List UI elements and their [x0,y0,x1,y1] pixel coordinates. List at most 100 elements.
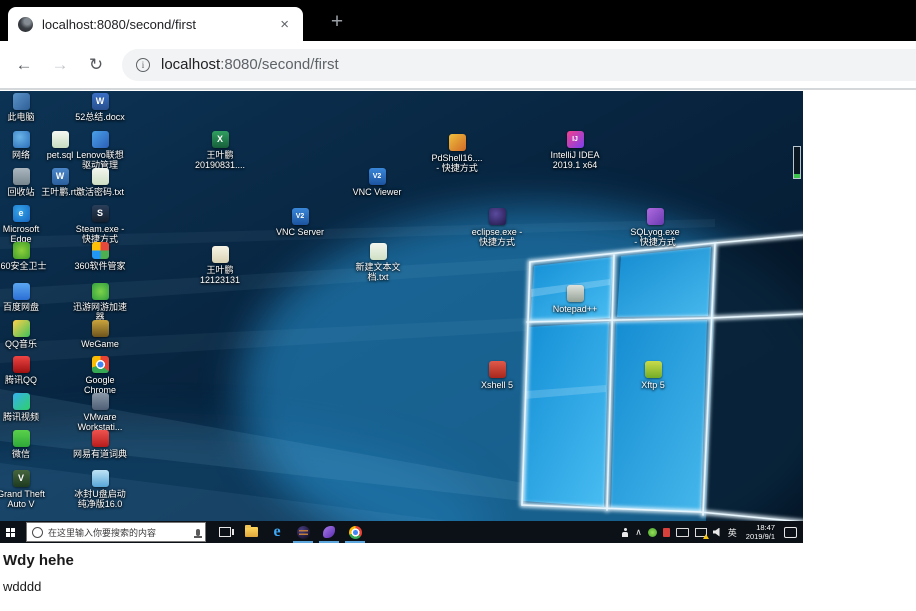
taskbar-app-file-explorer[interactable] [238,521,264,543]
taskbar-app-eclipse[interactable] [290,521,316,543]
cortana-icon [32,526,43,538]
desktop-icon-360-safe[interactable]: 360安全卫士 [0,242,50,271]
desktop-icon-eclipse-shortcut[interactable]: eclipse.exe - 快捷方式 [468,208,526,247]
desktop-icon-qq-music[interactable]: QQ音乐 [0,320,50,349]
icon-label: WeGame [81,339,119,349]
back-button[interactable]: ← [12,53,36,77]
tray-keyboard-icon[interactable] [675,527,689,537]
desktop-icon-this-pc[interactable]: 此电脑 [0,93,50,122]
360-manager-icon [91,242,109,259]
page-heading: Wdy hehe [3,552,74,569]
tab-close-icon[interactable]: × [276,15,293,34]
battery-widget [793,146,801,179]
desktop-icon-microsoft-edge[interactable]: e Microsoft Edge [0,205,50,244]
taskbar-app-edge[interactable]: e [264,521,290,543]
52-summary-docx-icon: W [91,93,109,110]
desktop-icon-vnc-server[interactable]: V2 VNC Server [271,208,329,237]
tray-dictionary-icon[interactable] [662,527,670,537]
google-chrome-icon [91,356,109,373]
remote-desktop-image[interactable]: 此电脑 W 52总结.docx 网络 pet.sql Lenovo联想 驱动管理 回收站 W 王… [0,91,803,543]
icon-glyph: e [18,208,24,218]
taskbar-app-sqlyog[interactable] [316,521,342,543]
desktop-icon-xunyou-booster[interactable]: 迅游网游加速 器 [71,283,129,322]
desktop-icon-new-text-doc[interactable]: 新建文本文 档.txt [349,243,407,282]
taskbar: 在这里输入你要搜索的内容 e ∧ 英 18:47 2019/9/1 [0,521,803,543]
desktop-icon-google-chrome[interactable]: Google Chrome [71,356,129,395]
desktop-icon-intellij-idea[interactable]: IJ IntelliJ IDEA 2019.1 x64 [546,131,604,170]
youdao-dict-icon [91,430,109,447]
start-button[interactable] [0,521,26,543]
pdshell16-icon [448,134,466,151]
address-bar[interactable]: localhost:8080/second/first [122,48,916,81]
active-app-indicator [319,541,339,543]
icon-label: 360软件管家 [74,261,126,271]
tray-chevron-up-icon[interactable]: ∧ [635,526,642,538]
reload-button[interactable]: ↻ [84,53,108,77]
taskbar-app-chrome[interactable] [342,521,368,543]
tencent-video-icon [12,393,30,410]
activation-txt-icon [91,168,109,185]
browser-tab[interactable]: localhost:8080/second/first × [8,7,303,41]
icon-label: 激活密码.txt [75,187,124,197]
icon-label: Xshell 5 [480,380,514,390]
vnc-server-icon: V2 [291,208,309,225]
desktop-icon-sqlyog-shortcut[interactable]: SQLyog.exe - 快捷方式 [626,208,684,247]
icon-glyph: V [17,473,24,483]
icon-label: 360安全卫士 [0,261,47,271]
360-safe-icon [12,242,30,259]
wyp-12123131-icon [211,246,229,263]
icon-label: pet.sql [46,150,74,160]
desktop-icon-notepad-plus-plus[interactable]: Notepad++ [546,285,604,314]
recycle-bin-icon [12,168,30,185]
desktop-icon-pdshell16[interactable]: PdShell16.... - 快捷方式 [428,134,486,173]
desktop-icon-vmware[interactable]: VMware Workstati... [71,393,129,432]
desktop-icon-bingfeng-usb[interactable]: 冰封U盘启动 纯净版16.0 [71,470,129,509]
desktop-icon-wechat[interactable]: 微信 [0,430,50,459]
desktop-icon-360-manager[interactable]: 360软件管家 [71,242,129,271]
action-center-icon[interactable] [784,526,797,538]
icon-label: 迅游网游加速 器 [72,302,127,322]
icon-label: Google Chrome [83,375,116,395]
desktop-icon-tencent-video[interactable]: 腾讯视频 [0,393,50,422]
globe-favicon-icon [18,16,33,32]
taskbar-clock[interactable]: 18:47 2019/9/1 [746,523,775,541]
desktop-icon-52-summary-docx[interactable]: W 52总结.docx [71,93,129,122]
ime-indicator[interactable]: 英 [728,526,737,539]
icon-glyph: W [95,96,105,106]
desktop-icon-baidu-netdisk[interactable]: 百度网盘 [0,283,50,312]
icon-label: Microsoft Edge [2,224,40,244]
taskbar-search-box[interactable]: 在这里输入你要搜索的内容 [26,522,206,542]
icon-label: 52总结.docx [75,112,125,122]
tray-safe360-icon[interactable] [647,527,657,537]
taskbar-app-task-view[interactable] [212,521,238,543]
desktop-icon-activation-txt[interactable]: 激活密码.txt [71,168,129,197]
sqlyog-shortcut-icon [646,208,664,225]
desktop-icon-wyp-20190831-xlsx[interactable]: X 王叶鹏 20190831.... [191,131,249,170]
icon-label: Grand Theft Auto V [0,489,45,509]
icon-glyph: IJ [572,136,578,143]
xshell-5-icon [488,361,506,378]
qq-music-icon [12,320,30,337]
tab-bar: localhost:8080/second/first × + [0,0,916,41]
icon-label: Xftp 5 [641,380,665,390]
desktop-icon-steam[interactable]: S Steam.exe - 快捷方式 [71,205,129,244]
desktop-icon-gta-v[interactable]: V Grand Theft Auto V [0,470,50,509]
desktop-icon-lenovo-driver[interactable]: Lenovo联想 驱动管理 [71,131,129,170]
desktop-icon-xshell-5[interactable]: Xshell 5 [468,361,526,390]
microphone-icon[interactable] [194,528,202,538]
desktop-icon-vnc-viewer[interactable]: V2 VNC Viewer [348,168,406,197]
desktop-icon-wegame[interactable]: WeGame [71,320,129,349]
desktop-icon-xftp-5[interactable]: Xftp 5 [624,361,682,390]
desktop-icon-youdao-dict[interactable]: 网易有道词典 [71,430,129,459]
tray-volume-icon[interactable] [712,527,720,537]
new-tab-button[interactable]: + [324,9,350,35]
desktop-icon-tencent-qq[interactable]: 腾讯QQ [0,356,50,385]
tray-network-warning-icon[interactable] [694,527,709,539]
tray-user-icon[interactable] [621,527,629,537]
search-placeholder: 在这里输入你要搜索的内容 [48,527,157,538]
page-info-icon[interactable] [136,57,150,72]
desktop-icon-wyp-12123131[interactable]: 王叶鹏 12123131 [191,246,249,285]
eclipse-shortcut-icon [488,208,506,225]
icon-glyph: V2 [295,213,305,220]
icon-label: Lenovo联想 驱动管理 [76,150,124,170]
